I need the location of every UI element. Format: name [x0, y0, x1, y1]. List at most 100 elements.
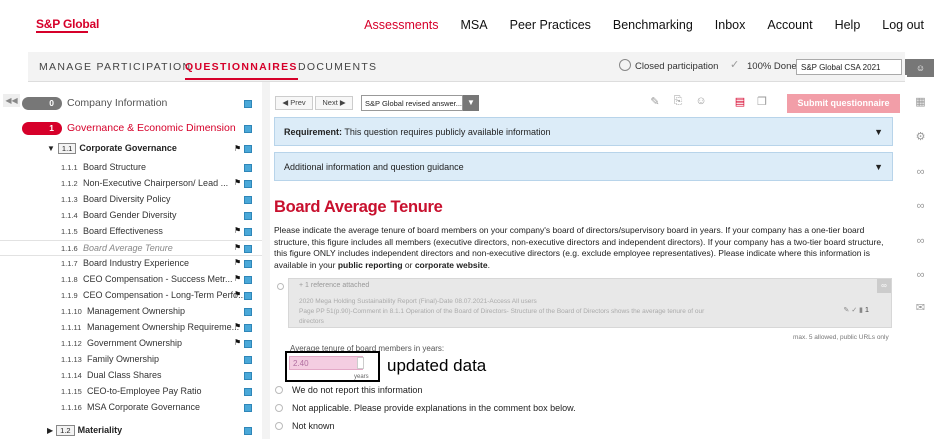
- nav-help[interactable]: Help: [835, 18, 861, 32]
- question-panel: ◀ Prev Next ▶ S&P Global revised answer.…: [270, 88, 907, 439]
- reference-title[interactable]: 2020 Mega Holding Sustainability Report …: [299, 298, 537, 305]
- sidebar-question-item[interactable]: 1.1.7 Board Industry Experience ⚑: [0, 256, 262, 272]
- status-square-icon: [244, 228, 252, 236]
- subsection-materiality[interactable]: ▶ 1.2 Materiality: [47, 425, 122, 439]
- sidebar-question-item[interactable]: 1.1.9 CEO Compensation - Long-Term Perfo.…: [0, 288, 262, 304]
- radio-provide-answer[interactable]: [277, 283, 284, 290]
- sidebar-question-item[interactable]: 1.1.13 Family Ownership: [0, 352, 262, 368]
- guidance-text: Additional information and question guid…: [284, 162, 464, 172]
- subsection-corporate-governance[interactable]: ▼ 1.1 Corporate Governance: [47, 143, 177, 159]
- nav-logout[interactable]: Log out: [882, 18, 924, 32]
- right-toolbar: ☺ ▦ ⚙ ∞ ∞ ∞ ∞ ✉: [907, 52, 934, 439]
- nav-benchmarking[interactable]: Benchmarking: [613, 18, 693, 32]
- user-icon[interactable]: ☺: [907, 59, 934, 77]
- submit-questionnaire-button[interactable]: Submit questionnaire: [787, 94, 900, 113]
- pdf-icon[interactable]: ▤: [733, 95, 747, 110]
- chevron-down-icon[interactable]: ▼: [463, 95, 479, 111]
- sidebar-question-item[interactable]: 1.1.6 Board Average Tenure ⚑: [0, 240, 262, 256]
- building-icon[interactable]: ▦: [914, 96, 927, 109]
- tab-documents[interactable]: DOCUMENTS: [298, 61, 377, 73]
- section-label: Company Information: [67, 97, 168, 109]
- edit-note-icon[interactable]: ✎: [648, 95, 662, 110]
- subsection-code: 1.1: [57, 143, 77, 154]
- question-label: Management Ownership Requireme...: [87, 322, 240, 332]
- section-company-information[interactable]: 0 Company Information: [0, 96, 262, 114]
- participation-status: Closed participation: [635, 61, 719, 72]
- link-icon[interactable]: ∞: [914, 200, 927, 213]
- flag-icon: ⚑: [234, 144, 242, 153]
- sidebar-question-item[interactable]: 1.1.4 Board Gender Diversity: [0, 208, 262, 224]
- completion-status: 100% Done: [747, 61, 797, 72]
- sidebar-question-item[interactable]: 1.1.11 Management Ownership Requireme... ⚑: [0, 320, 262, 336]
- flag-icon: ⚑: [234, 243, 242, 252]
- sidebar-question-item[interactable]: 1.1.8 CEO Compensation - Success Metr... ⚑: [0, 272, 262, 288]
- sidebar-question-item[interactable]: 1.1.5 Board Effectiveness ⚑: [0, 224, 262, 240]
- nav-peer-practices[interactable]: Peer Practices: [510, 18, 591, 32]
- assign-user-icon[interactable]: ☺: [694, 95, 708, 110]
- description-bold: corporate website: [414, 259, 488, 270]
- sidebar-question-item[interactable]: 1.1.15 CEO-to-Employee Pay Ratio: [0, 384, 262, 400]
- link-icon[interactable]: ∞: [914, 235, 927, 248]
- annotation-highlight-box: [285, 351, 380, 382]
- option-not-applicable[interactable]: Not applicable. Please provide explanati…: [275, 403, 576, 413]
- prev-button[interactable]: ◀ Prev: [275, 96, 313, 110]
- sidebar-question-item[interactable]: 1.1.2 Non-Executive Chairperson/ Lead ...…: [0, 176, 262, 192]
- sidebar-question-item[interactable]: 1.1.14 Dual Class Shares: [0, 368, 262, 384]
- radio-icon[interactable]: [275, 386, 283, 394]
- status-square-icon: [244, 427, 252, 435]
- reference-tools[interactable]: ✎ ✓ ▮: [844, 306, 863, 314]
- sidebar-question-item[interactable]: 1.1.16 MSA Corporate Governance: [0, 400, 262, 416]
- section-governance[interactable]: 1 Governance & Economic Dimension: [0, 121, 262, 139]
- link-icon[interactable]: ∞: [877, 279, 891, 293]
- requirement-banner[interactable]: Requirement: This question requires publ…: [274, 117, 893, 146]
- expand-icon[interactable]: ▼: [47, 144, 55, 153]
- status-square-icon: [244, 404, 252, 412]
- question-label: Board Effectiveness: [83, 226, 163, 236]
- radio-icon[interactable]: [275, 404, 283, 412]
- flag-icon: ⚑: [234, 338, 242, 347]
- option-label: We do not report this information: [292, 385, 423, 395]
- radio-icon[interactable]: [275, 422, 283, 430]
- answer-version-select[interactable]: S&P Global revised answer...: [361, 95, 463, 111]
- sp-global-logo[interactable]: S&P Global: [36, 17, 99, 31]
- requirement-label: Requirement:: [284, 127, 343, 137]
- question-number: 1.1.4: [61, 211, 78, 220]
- option-not-known[interactable]: Not known: [275, 421, 335, 431]
- next-button[interactable]: Next ▶: [315, 96, 353, 110]
- link-icon[interactable]: ∞: [914, 166, 927, 179]
- status-square-icon: [244, 100, 252, 108]
- question-label: MSA Corporate Governance: [87, 402, 201, 412]
- sidebar-question-item[interactable]: 1.1.10 Management Ownership: [0, 304, 262, 320]
- status-square-icon: [244, 308, 252, 316]
- link-icon[interactable]: ∞: [914, 269, 927, 282]
- nav-msa[interactable]: MSA: [461, 18, 488, 32]
- option-do-not-report[interactable]: We do not report this information: [275, 385, 422, 395]
- reference-header[interactable]: + 1 reference attached: [299, 282, 369, 289]
- copy-icon[interactable]: ❐: [755, 95, 769, 110]
- gear-icon[interactable]: ⚙: [914, 131, 927, 144]
- status-square-icon: [244, 196, 252, 204]
- tab-manage-participation[interactable]: MANAGE PARTICIPATION: [39, 61, 191, 73]
- sidebar-question-item[interactable]: 1.1.1 Board Structure: [0, 160, 262, 176]
- sidebar-question-item[interactable]: 1.1.12 Government Ownership ⚑: [0, 336, 262, 352]
- nav-assessments[interactable]: Assessments: [364, 18, 438, 32]
- question-number: 1.1.9: [61, 291, 78, 300]
- reference-count: 1: [864, 305, 869, 314]
- question-number: 1.1.14: [61, 371, 82, 380]
- expand-icon[interactable]: ▶: [47, 426, 53, 435]
- mail-icon[interactable]: ✉: [914, 302, 927, 315]
- tab-questionnaires[interactable]: QUESTIONNAIRES: [185, 61, 298, 80]
- question-label: Non-Executive Chairperson/ Lead ...: [83, 178, 229, 188]
- check-icon: ✓: [730, 59, 740, 71]
- question-tree-sidebar: ◀◀ 0 Company Information 1 Governance & …: [0, 88, 262, 439]
- guidance-banner[interactable]: Additional information and question guid…: [274, 152, 893, 181]
- document-export-icon[interactable]: ⎘: [671, 95, 685, 110]
- nav-inbox[interactable]: Inbox: [715, 18, 746, 32]
- caret-down-icon[interactable]: ▼: [874, 162, 883, 172]
- nav-account[interactable]: Account: [767, 18, 812, 32]
- question-label: Family Ownership: [87, 354, 160, 364]
- questionnaire-select[interactable]: S&P Global CSA 2021: [796, 59, 902, 75]
- caret-down-icon[interactable]: ▼: [874, 127, 883, 137]
- sidebar-question-item[interactable]: 1.1.3 Board Diversity Policy: [0, 192, 262, 208]
- status-square-icon: [244, 324, 252, 332]
